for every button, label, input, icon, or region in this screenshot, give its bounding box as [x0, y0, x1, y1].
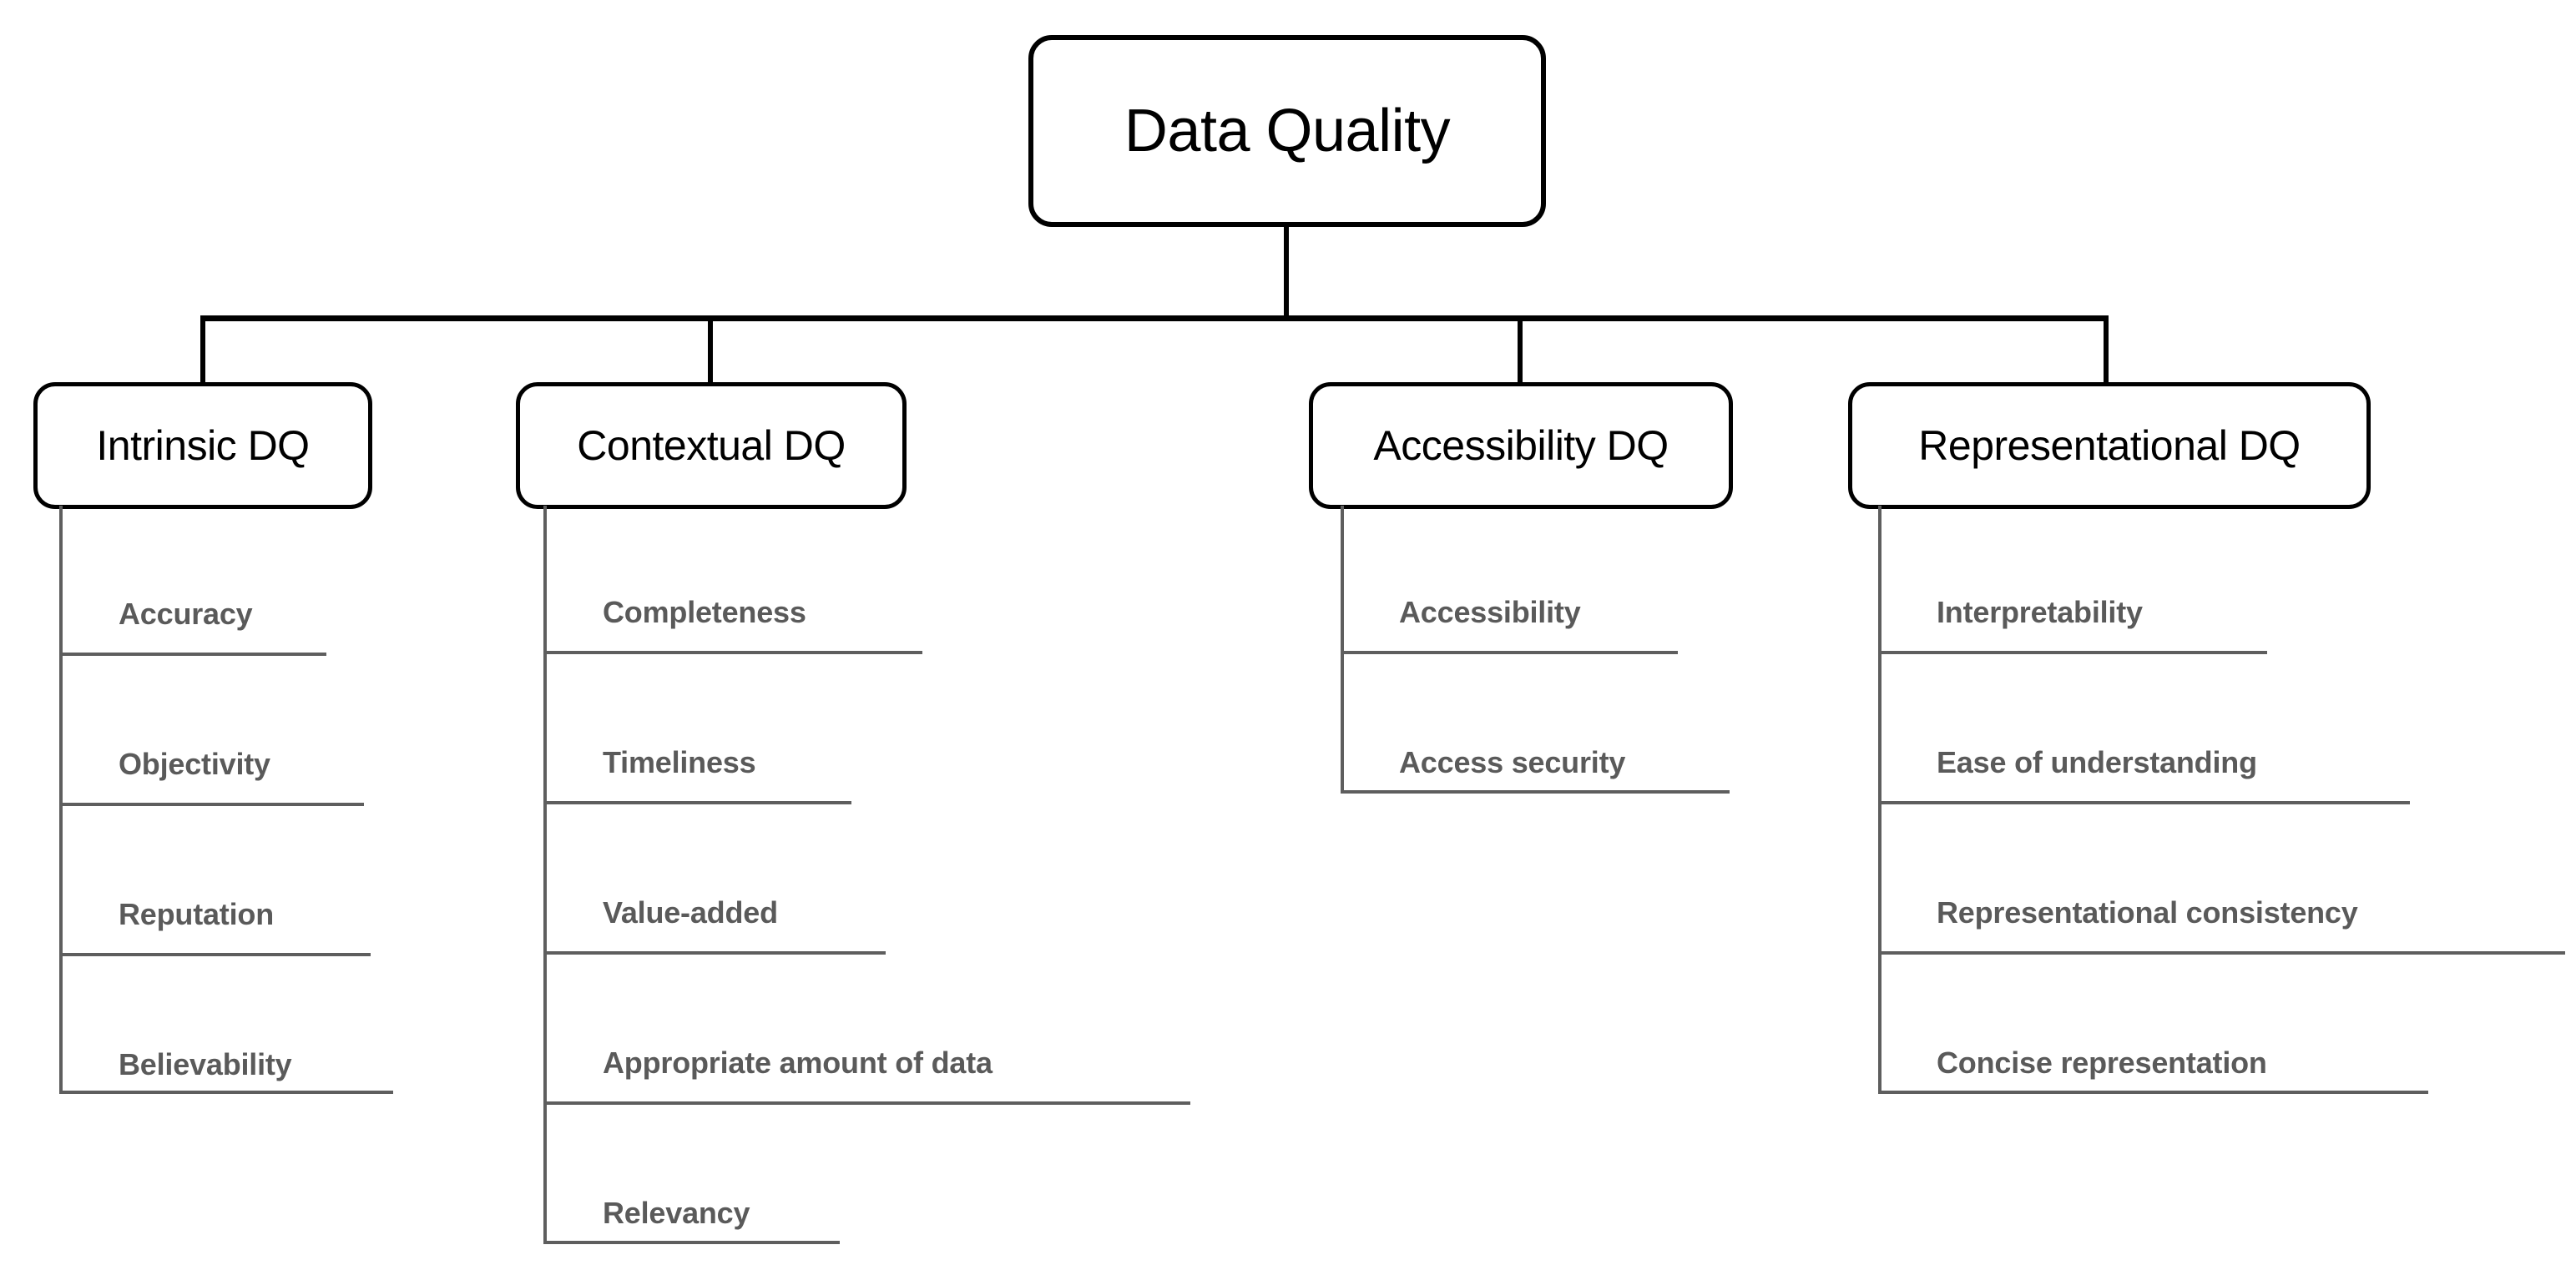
- connector-drop-contextual: [708, 315, 713, 384]
- leaf-label-concise-representation[interactable]: Concise representation: [1937, 1048, 2267, 1078]
- leaf-rule-concise-representation: [1878, 1091, 2428, 1094]
- leaf-label-accuracy[interactable]: Accuracy: [119, 599, 253, 629]
- leaf-rule-completeness: [543, 651, 922, 654]
- connector-bus: [200, 315, 2109, 321]
- leaf-label-reputation[interactable]: Reputation: [119, 900, 274, 930]
- leaf-label-ease-of-understanding[interactable]: Ease of understanding: [1937, 748, 2257, 778]
- spine-accessibility-dq: [1341, 506, 1344, 794]
- spine-contextual-dq: [543, 506, 547, 1244]
- node-category-contextual-dq[interactable]: Contextual DQ: [516, 382, 907, 509]
- leaf-label-completeness[interactable]: Completeness: [603, 597, 806, 627]
- leaf-label-access-security[interactable]: Access security: [1399, 748, 1625, 778]
- leaf-rule-objectivity: [59, 803, 364, 806]
- leaf-label-timeliness[interactable]: Timeliness: [603, 748, 756, 778]
- spine-intrinsic-dq: [59, 506, 63, 1094]
- leaf-rule-interpretability: [1878, 651, 2267, 654]
- leaf-label-representational-consistency[interactable]: Representational consistency: [1937, 898, 2358, 928]
- leaf-label-objectivity[interactable]: Objectivity: [119, 749, 270, 779]
- node-category-accessibility-dq[interactable]: Accessibility DQ: [1309, 382, 1733, 509]
- node-root-label: Data Quality: [1124, 98, 1451, 164]
- leaf-rule-timeliness: [543, 801, 851, 804]
- node-category-contextual-dq-label: Contextual DQ: [577, 422, 846, 469]
- diagram-canvas: Data Quality Intrinsic DQ Accuracy Objec…: [0, 0, 2576, 1270]
- leaf-rule-believability: [59, 1091, 393, 1094]
- leaf-rule-accuracy: [59, 653, 326, 656]
- leaf-rule-ease-of-understanding: [1878, 801, 2410, 804]
- connector-drop-intrinsic: [200, 315, 205, 384]
- node-category-representational-dq[interactable]: Representational DQ: [1848, 382, 2371, 509]
- leaf-rule-relevancy: [543, 1241, 840, 1244]
- leaf-rule-appropriate-amount-of-data: [543, 1101, 1190, 1105]
- leaf-label-relevancy[interactable]: Relevancy: [603, 1198, 750, 1228]
- node-category-accessibility-dq-label: Accessibility DQ: [1373, 422, 1669, 469]
- leaf-label-appropriate-amount-of-data[interactable]: Appropriate amount of data: [603, 1048, 993, 1078]
- leaf-rule-access-security: [1341, 790, 1730, 794]
- leaf-rule-value-added: [543, 951, 886, 955]
- leaf-label-believability[interactable]: Believability: [119, 1050, 292, 1080]
- node-category-representational-dq-label: Representational DQ: [1918, 422, 2301, 469]
- leaf-rule-reputation: [59, 953, 371, 956]
- connector-root-drop: [1284, 227, 1289, 320]
- node-category-intrinsic-dq-label: Intrinsic DQ: [96, 422, 310, 469]
- leaf-rule-representational-consistency: [1878, 951, 2565, 955]
- leaf-label-interpretability[interactable]: Interpretability: [1937, 597, 2143, 627]
- node-category-intrinsic-dq[interactable]: Intrinsic DQ: [33, 382, 372, 509]
- leaf-label-value-added[interactable]: Value-added: [603, 898, 778, 928]
- leaf-label-accessibility[interactable]: Accessibility: [1399, 597, 1581, 627]
- connector-drop-representational: [2104, 315, 2109, 384]
- spine-representational-dq: [1878, 506, 1881, 1094]
- connector-drop-accessibility: [1518, 315, 1523, 384]
- node-root-data-quality[interactable]: Data Quality: [1028, 35, 1546, 227]
- leaf-rule-accessibility: [1341, 651, 1678, 654]
